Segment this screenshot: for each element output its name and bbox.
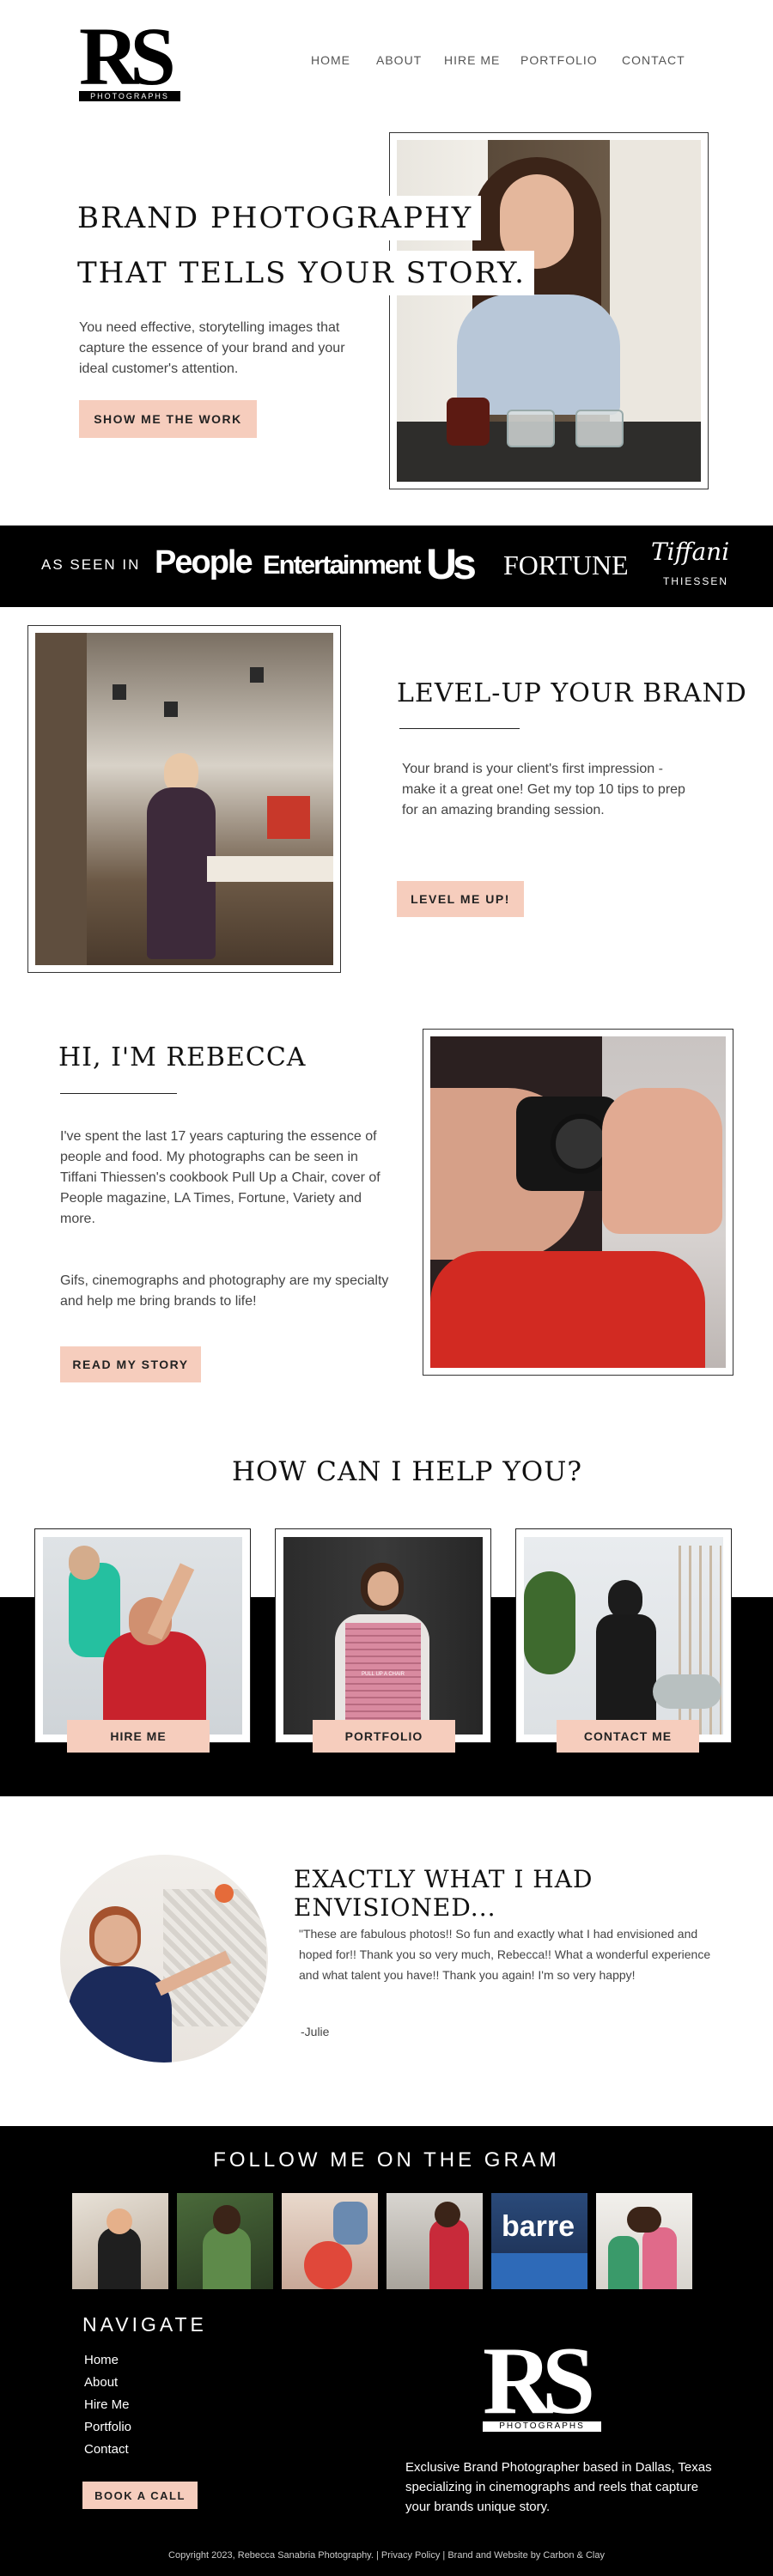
level-me-up-button[interactable]: LEVEL ME UP!	[397, 881, 524, 917]
nav-portfolio[interactable]: PORTFOLIO	[520, 53, 598, 67]
footer-logo-subtitle: PHOTOGRAPHS	[483, 2421, 601, 2432]
footer-link-hire-me[interactable]: Hire Me	[84, 2394, 131, 2416]
instagram-post-2[interactable]	[177, 2193, 273, 2289]
nav-contact[interactable]: CONTACT	[622, 53, 685, 67]
hero-portrait-photo	[397, 140, 701, 482]
footer-link-home[interactable]: Home	[84, 2349, 131, 2372]
instagram-post-3[interactable]	[282, 2193, 378, 2289]
help-title: HOW CAN I HELP YOU?	[232, 1456, 582, 1487]
contact-me-card[interactable]	[515, 1528, 732, 1743]
portfolio-photo: PULL UP A CHAIR	[283, 1537, 483, 1735]
hero-headline-line-2: THAT TELLS YOUR STORY.	[70, 251, 534, 295]
site-logo[interactable]: RS PHOTOGRAPHS	[79, 10, 180, 102]
testimonial-title: EXACTLY WHAT I HAD ENVISIONED...	[294, 1865, 593, 1922]
cookbook-stack: PULL UP A CHAIR	[345, 1623, 421, 1726]
us-weekly-logo: Us	[426, 540, 477, 588]
nav-home[interactable]: HOME	[311, 53, 350, 67]
testimonial-photo	[60, 1855, 268, 2063]
levelup-photo-frame	[27, 625, 341, 973]
about-description: I've spent the last 17 years capturing t…	[60, 1129, 380, 1226]
nav-about[interactable]: ABOUT	[376, 53, 422, 67]
levelup-title: LEVEL-UP YOUR BRAND	[397, 678, 747, 708]
contact-me-photo	[524, 1537, 723, 1735]
hero-headline-line-1: BRAND PHOTOGRAPHY	[70, 196, 482, 240]
as-seen-in-label: AS SEEN IN	[41, 556, 141, 573]
footer-copyright: Copyright 2023, Rebecca Sanabria Photogr…	[168, 2550, 605, 2561]
about-title: HI, I'M REBECCA	[58, 1042, 307, 1072]
people-logo: People	[155, 544, 253, 580]
testimonial-author: -Julie	[301, 2025, 330, 2038]
contact-me-card-button[interactable]: CONTACT ME	[557, 1720, 699, 1753]
instagram-post-1[interactable]	[72, 2193, 168, 2289]
instagram-post-4[interactable]	[386, 2193, 483, 2289]
hero-description: You need effective, storytelling images …	[79, 320, 345, 376]
instagram-post-5[interactable]: barre	[491, 2193, 587, 2289]
footer-logo-monogram: RS	[483, 2328, 595, 2434]
footer-logo[interactable]: RS PHOTOGRAPHS	[483, 2328, 601, 2434]
footer-link-about[interactable]: About	[84, 2372, 131, 2394]
hero-photo-frame	[389, 132, 709, 489]
levelup-description: Your brand is your client's first impres…	[402, 762, 685, 817]
camera-portrait-photo	[430, 1036, 726, 1368]
footer-link-portfolio[interactable]: Portfolio	[84, 2416, 131, 2439]
footer-nav: Home About Hire Me Portfolio Contact	[84, 2349, 131, 2461]
show-me-the-work-button[interactable]: SHOW ME THE WORK	[79, 400, 257, 438]
fortune-logo: FORTUNE	[503, 550, 629, 580]
gram-title: FOLLOW ME ON THE GRAM	[213, 2148, 560, 2172]
portfolio-card[interactable]: PULL UP A CHAIR	[275, 1528, 491, 1743]
about-divider	[60, 1093, 177, 1094]
testimonial-quote: "These are fabulous photos!! So fun and …	[299, 1927, 711, 1982]
footer-link-contact[interactable]: Contact	[84, 2439, 131, 2461]
read-my-story-button[interactable]: READ MY STORY	[60, 1346, 201, 1382]
footer-blurb: Exclusive Brand Photographer based in Da…	[405, 2460, 712, 2514]
logo-subtitle: PHOTOGRAPHS	[79, 91, 180, 101]
levelup-divider	[399, 728, 520, 729]
instagram-post-6[interactable]	[596, 2193, 692, 2289]
portfolio-card-button[interactable]: PORTFOLIO	[313, 1720, 455, 1753]
book-a-call-button[interactable]: BOOK A CALL	[82, 2482, 198, 2509]
hire-me-card-button[interactable]: HIRE ME	[67, 1720, 210, 1753]
barre-shirt-text: barre	[502, 2210, 575, 2243]
kitchen-portrait-photo	[35, 633, 333, 965]
logo-monogram: RS	[79, 10, 176, 102]
entertainment-logo: Entertainment	[263, 550, 421, 580]
navigate-title: NAVIGATE	[82, 2313, 207, 2336]
about-photo-frame	[423, 1029, 733, 1376]
thiessen-logo: THIESSEN	[663, 575, 729, 587]
hire-me-photo	[43, 1537, 242, 1735]
nav-hire-me[interactable]: HIRE ME	[444, 53, 500, 67]
press-bar: AS SEEN IN People Entertainment Us FORTU…	[0, 526, 773, 607]
about-specialty: Gifs, cinemographs and photography are m…	[60, 1273, 389, 1309]
hire-me-card[interactable]	[34, 1528, 251, 1743]
tiffani-logo: Tiffani	[651, 538, 730, 566]
